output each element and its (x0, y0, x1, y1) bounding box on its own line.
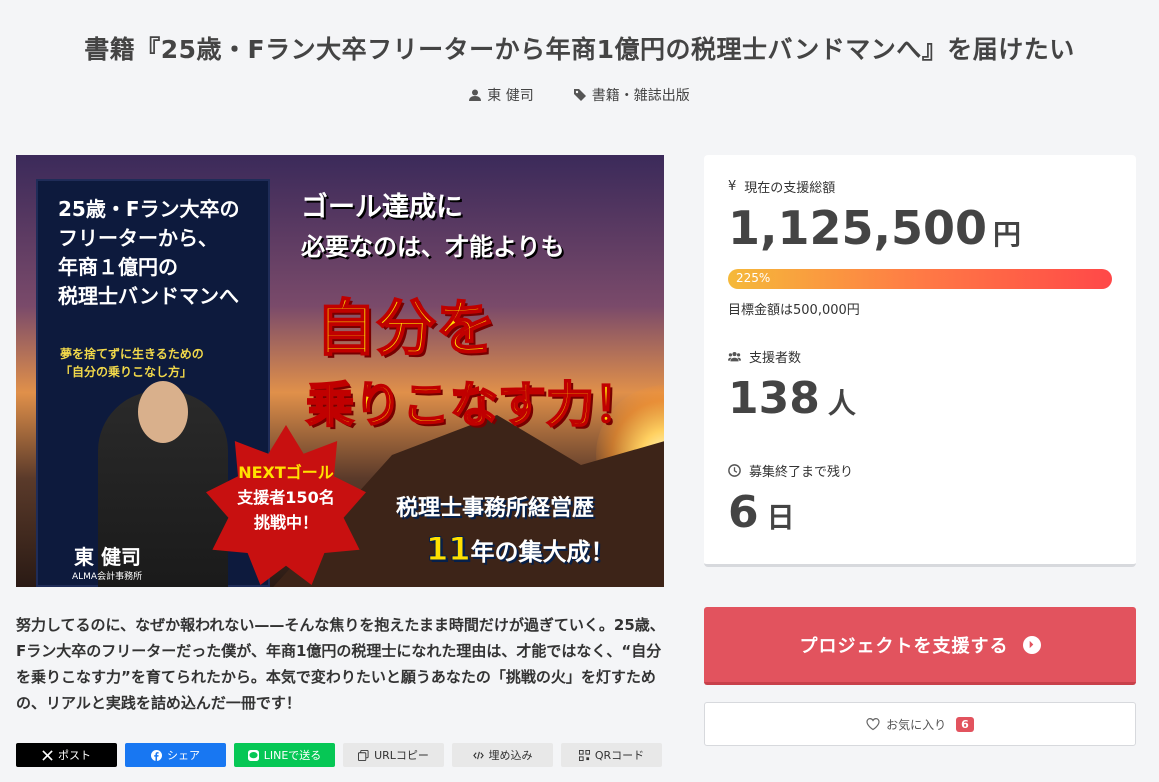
facebook-icon (151, 749, 162, 761)
supporters-label: 支援者数 (728, 347, 801, 366)
yen-icon: ¥ (728, 179, 737, 194)
experience-years: 11年の集大成！ (426, 530, 615, 569)
favorite-button[interactable]: お気に入り 6 (704, 702, 1136, 746)
clock-icon (728, 464, 741, 477)
share-bar: ポスト シェア LINEで送る URLコピー 埋め込み QRコード (16, 743, 662, 767)
x-logo-icon (42, 749, 53, 761)
share-facebook-button[interactable]: シェア (125, 743, 226, 767)
category-link[interactable]: 書籍・雑誌出版 (573, 85, 690, 105)
tag-icon (573, 89, 586, 101)
book-title: 25歳・Fラン大卒の フリーターから、 年商１億円の 税理士バンドマンへ (58, 197, 240, 308)
line-icon (247, 749, 259, 761)
funding-stats-panel: ¥ 現在の支援総額 1,125,500 円 225% 目標金額は500,000円 … (704, 155, 1136, 567)
project-description: 努力してるのに、なぜか報われない——そんな焦りを抱えたまま時間だけが過ぎていく。… (16, 616, 665, 712)
funding-progress-bar: 225% (728, 269, 1112, 289)
remaining-days: 6日 (728, 487, 795, 538)
author-photo-face (138, 381, 188, 443)
category-name: 書籍・雑誌出版 (591, 88, 690, 104)
book-subtitle: 夢を捨てずに生きるための 「自分の乗りこなし方」 (60, 347, 204, 379)
progress-percent: 225% (736, 271, 771, 285)
favorite-count-badge: 6 (956, 716, 974, 732)
copy-url-button[interactable]: URLコピー (343, 743, 444, 767)
hero-big-text-2: 乗りこなす力！ (305, 376, 643, 434)
support-project-button[interactable]: プロジェクトを支援する (704, 607, 1136, 685)
author-name: 東 健司 (487, 88, 534, 104)
book-office: ALMA会計事務所 (72, 572, 143, 582)
users-icon (728, 352, 741, 362)
hero-headline-2: 必要なのは、才能よりも (301, 233, 565, 261)
heart-icon (866, 717, 880, 731)
qr-icon (578, 749, 590, 761)
share-line-button[interactable]: LINEで送る (234, 743, 335, 767)
supporters-count: 138 人 (728, 373, 856, 424)
arrow-right-icon (1022, 635, 1041, 654)
experience-label: 税理士事務所経営歴 (396, 496, 595, 521)
share-x-button[interactable]: ポスト (16, 743, 117, 767)
author-link[interactable]: 東 健司 (469, 85, 534, 105)
hero-headline-1: ゴール達成に (301, 192, 463, 223)
project-meta: 東 健司 書籍・雑誌出版 (0, 85, 1159, 105)
code-icon (472, 751, 484, 759)
funding-amount: 1,125,500 円 (728, 201, 1022, 255)
next-goal-text: NEXTゴール 支援者150名 挑戦中！ (237, 463, 335, 532)
remaining-label: 募集終了まで残り (728, 461, 853, 480)
hero-big-text-1: 自分を (315, 293, 497, 365)
project-hero-image: 25歳・Fラン大卒の フリーターから、 年商１億円の 税理士バンドマンへ 夢を捨… (16, 155, 664, 587)
amount-label: ¥ 現在の支援総額 (728, 179, 836, 196)
project-title: 書籍『25歳・Fラン大卒フリーターから年商1億円の税理士バンドマンへ』を届けたい (84, 35, 1075, 64)
book-author: 東 健司 (74, 545, 141, 569)
goal-amount: 目標金額は500,000円 (728, 303, 860, 318)
embed-button[interactable]: 埋め込み (452, 743, 553, 767)
user-icon (469, 89, 482, 101)
qr-code-button[interactable]: QRコード (561, 743, 662, 767)
copy-icon (358, 749, 369, 761)
